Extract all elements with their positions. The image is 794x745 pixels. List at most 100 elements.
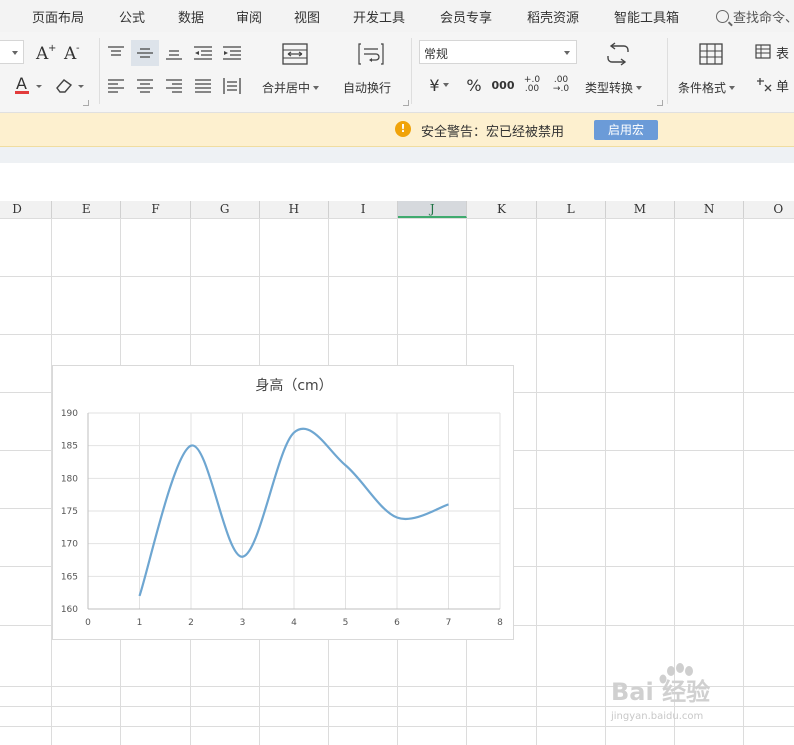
currency-button[interactable]: ¥	[422, 74, 456, 96]
align-bottom-button[interactable]	[162, 42, 186, 64]
thousands-separator-button[interactable]: 000	[490, 74, 516, 96]
x-tick-label: 3	[240, 618, 246, 628]
increase-font-icon: A +	[35, 43, 56, 62]
chart-canvas: 身高（cm） 160 165 170 175 180 185 190 0 1 2 3 4 5 6 7 8	[61, 377, 503, 628]
name-box-area	[0, 163, 794, 202]
column-header-o[interactable]: O	[744, 201, 794, 218]
align-top-button[interactable]	[104, 42, 128, 64]
align-center-icon	[137, 79, 153, 93]
increase-indent-icon	[223, 46, 241, 60]
line-chart[interactable]: 身高（cm） 160 165 170 175 180 185 190 0 1 2 3 4 5 6 7 8	[52, 365, 514, 640]
grid-row-line	[0, 726, 794, 727]
type-convert-icon-button[interactable]	[603, 40, 633, 68]
clear-format-button[interactable]	[52, 74, 86, 96]
align-left-button[interactable]	[104, 75, 128, 97]
menu-page-layout[interactable]: 页面布局	[32, 7, 84, 26]
svg-text:A: A	[35, 44, 49, 62]
cell-button[interactable]: 单	[755, 75, 794, 95]
x-tick-label: 2	[188, 618, 194, 628]
chart-title: 身高（cm）	[255, 377, 332, 394]
align-middle-icon	[137, 48, 153, 58]
font-color-button[interactable]: A	[12, 74, 46, 96]
column-header-l[interactable]: L	[537, 201, 606, 218]
percent-button[interactable]: %	[463, 74, 485, 96]
column-header-d[interactable]: D	[0, 201, 53, 218]
svg-text:+: +	[48, 43, 56, 54]
wrap-text-icon-button[interactable]	[356, 40, 386, 68]
table-style-button[interactable]: 表	[755, 42, 794, 62]
justify-button[interactable]	[191, 75, 215, 97]
align-middle-button[interactable]	[131, 40, 159, 66]
column-header-f[interactable]: F	[121, 201, 191, 218]
grid-row-line	[0, 334, 794, 335]
chevron-down-icon	[636, 86, 643, 90]
macro-warning-text: 安全警告：宏已经被禁用	[421, 125, 565, 140]
x-tick-label: 1	[137, 618, 143, 628]
enable-macro-button[interactable]: 启用宏	[594, 120, 658, 140]
conditional-format-icon-button[interactable]	[696, 40, 726, 68]
menu-data[interactable]: 数据	[178, 7, 204, 26]
menu-view[interactable]: 视图	[294, 7, 320, 26]
font-color-icon: A	[15, 74, 42, 94]
column-header-m[interactable]: M	[606, 201, 675, 218]
column-header-h[interactable]: H	[260, 201, 329, 218]
justify-icon	[195, 79, 211, 93]
merge-cells-icon	[282, 43, 308, 65]
column-header-n[interactable]: N	[675, 201, 745, 218]
align-left-icon	[108, 79, 124, 93]
menu-docer[interactable]: 稻壳资源	[527, 7, 579, 26]
increase-decimal-button[interactable]: +.0 .00	[520, 72, 544, 98]
increase-indent-button[interactable]	[220, 42, 244, 64]
menu-bar: 页面布局 公式 数据 审阅 视图 开发工具 会员专享 稻壳资源 智能工具箱 查找…	[0, 0, 794, 32]
column-header-j[interactable]: J	[398, 201, 468, 218]
type-convert-button[interactable]: 类型转换	[585, 79, 643, 96]
align-center-button[interactable]	[133, 75, 157, 97]
baidu-paw-icon: Bai 经验 jingyan.baidu.com	[610, 663, 710, 722]
column-header-g[interactable]: G	[191, 201, 260, 218]
x-tick-label: 8	[497, 618, 503, 628]
align-top-icon	[108, 46, 124, 56]
table-grid-icon	[699, 43, 723, 65]
chevron-down-icon	[729, 86, 736, 90]
table-style-icon	[755, 44, 771, 59]
formula-bar-strip	[0, 147, 794, 163]
wrap-text-button[interactable]: 自动换行	[343, 79, 391, 96]
grid-row-line	[0, 218, 794, 219]
font-size-select[interactable]	[0, 40, 24, 64]
merge-center-icon-button[interactable]	[280, 40, 310, 68]
column-header-i[interactable]: I	[329, 201, 399, 218]
command-search-label: 查找命令、	[733, 11, 794, 26]
distributed-align-button[interactable]	[220, 75, 244, 97]
decrease-indent-button[interactable]	[191, 42, 215, 64]
watermark-main-text: Bai 经验	[611, 678, 710, 706]
decrease-decimal-button[interactable]: .00 →.0	[549, 72, 573, 98]
column-header-row: DEFGHIJKLMNO	[0, 201, 794, 219]
align-right-icon	[166, 79, 182, 93]
chevron-down-icon	[12, 51, 18, 55]
menu-member[interactable]: 会员专享	[440, 7, 492, 26]
merge-center-button[interactable]: 合并居中	[262, 79, 320, 96]
watermark-url-text: jingyan.baidu.com	[610, 711, 703, 722]
decrease-font-button[interactable]: A-	[63, 42, 85, 62]
conditional-format-button[interactable]: 条件格式	[678, 79, 736, 96]
x-tick-label: 0	[85, 618, 91, 628]
increase-font-button[interactable]: A +	[35, 42, 57, 62]
y-tick-label: 170	[61, 540, 78, 550]
svg-text:A: A	[63, 44, 77, 62]
decrease-font-icon: A-	[63, 43, 80, 62]
column-header-k[interactable]: K	[467, 201, 537, 218]
grid-row-line	[0, 276, 794, 277]
column-header-e[interactable]: E	[52, 201, 122, 218]
eraser-icon	[56, 79, 84, 93]
menu-smart-tools[interactable]: 智能工具箱	[614, 7, 679, 26]
number-format-select[interactable]: 常规	[419, 40, 577, 64]
align-bottom-icon	[166, 50, 182, 60]
menu-developer[interactable]: 开发工具	[353, 7, 405, 26]
align-right-button[interactable]	[162, 75, 186, 97]
menu-formulas[interactable]: 公式	[119, 7, 145, 26]
y-tick-label: 175	[61, 507, 78, 517]
svg-text:A: A	[16, 74, 27, 93]
command-search[interactable]: 查找命令、	[716, 7, 794, 26]
baidu-jingyan-watermark: Bai 经验 jingyan.baidu.com	[585, 663, 785, 723]
menu-review[interactable]: 审阅	[236, 7, 262, 26]
